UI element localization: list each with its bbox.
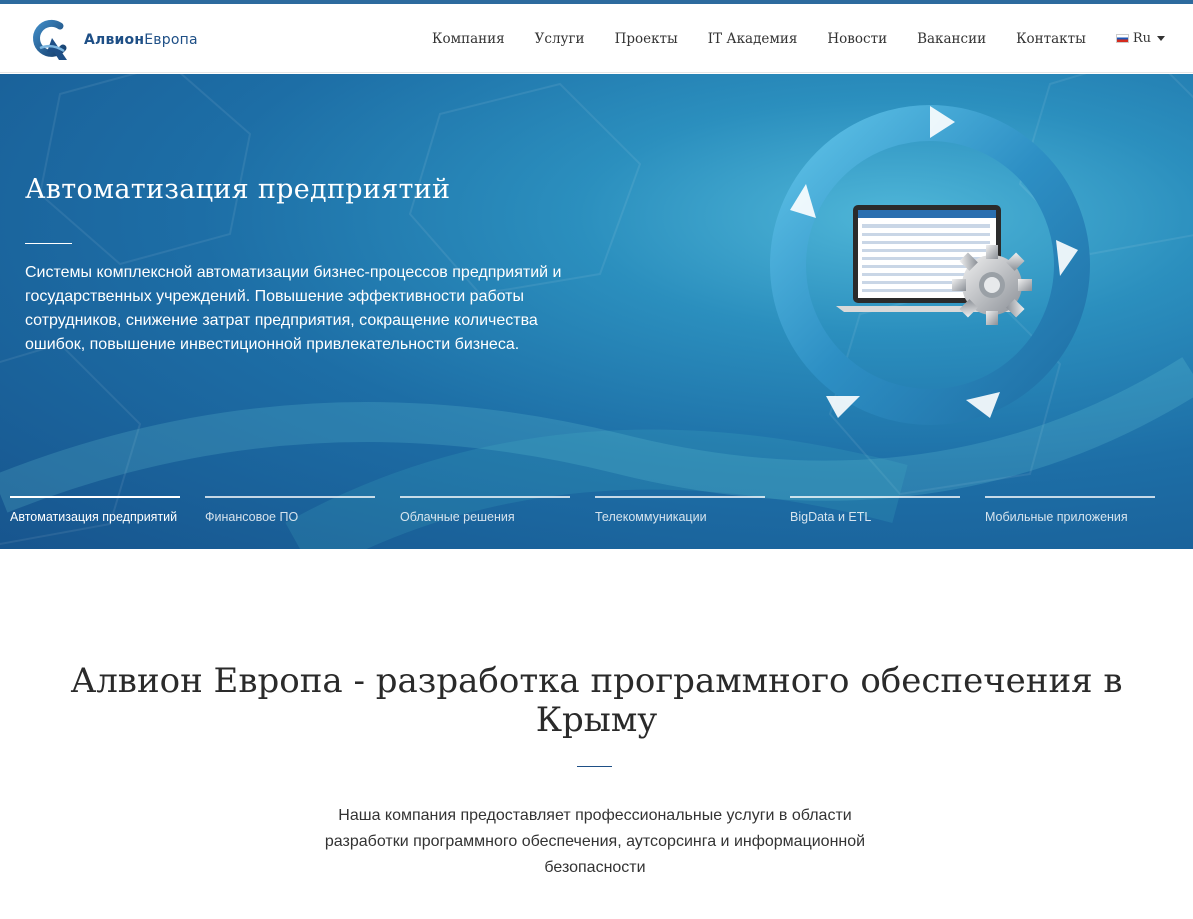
about-divider xyxy=(577,766,612,767)
tab-enterprise-automation[interactable]: Автоматизация предприятий xyxy=(10,496,180,536)
hero-slider: Автоматизация предприятий Системы компле… xyxy=(0,74,1193,549)
tab-label: Мобильные приложения xyxy=(985,510,1128,524)
nav-item-services[interactable]: Услуги xyxy=(535,31,585,47)
about-title: Алвион Европа - разработка программного … xyxy=(70,661,1123,740)
tab-indicator xyxy=(595,496,765,498)
hero-title: Автоматизация предприятий xyxy=(25,174,451,205)
tab-label: Автоматизация предприятий xyxy=(10,510,178,524)
tab-financial-software[interactable]: Финансовое ПО xyxy=(205,496,375,536)
tab-label: BigData и ETL xyxy=(790,510,872,524)
hero-divider xyxy=(25,243,72,244)
about-description: Наша компания предоставляет профессионал… xyxy=(324,807,866,876)
hero-tabs: Автоматизация предприятий Финансовое ПО … xyxy=(10,496,1170,536)
tab-bigdata-etl[interactable]: BigData и ETL xyxy=(790,496,960,536)
caret-down-icon xyxy=(1157,36,1165,41)
logo-link[interactable]: АлвионЕвропа xyxy=(30,18,198,62)
language-selector[interactable]: Ru xyxy=(1115,31,1165,46)
tab-indicator xyxy=(985,496,1155,498)
main-nav: Компания Услуги Проекты IT Академия Ново… xyxy=(402,4,1165,73)
tab-label: Телекоммуникации xyxy=(595,510,707,524)
nav-item-news[interactable]: Новости xyxy=(827,31,887,47)
tab-indicator xyxy=(790,496,960,498)
nav-item-contacts[interactable]: Контакты xyxy=(1016,31,1086,47)
tab-indicator xyxy=(10,496,180,498)
albion-logo-icon xyxy=(33,19,67,60)
tab-label: Облачные решения xyxy=(400,510,515,524)
site-header: АлвионЕвропа Компания Услуги Проекты IT … xyxy=(0,4,1193,73)
tab-cloud-solutions[interactable]: Облачные решения xyxy=(400,496,570,536)
nav-item-company[interactable]: Компания xyxy=(432,31,505,47)
tab-mobile-apps[interactable]: Мобильные приложения xyxy=(985,496,1155,536)
tab-indicator xyxy=(205,496,375,498)
tab-indicator xyxy=(400,496,570,498)
tab-label: Финансовое ПО xyxy=(205,510,299,524)
laptop-gear-cycle-icon xyxy=(770,105,1090,425)
nav-item-projects[interactable]: Проекты xyxy=(615,31,678,47)
nav-item-vacancies[interactable]: Вакансии xyxy=(917,31,986,47)
logo-text: АлвионЕвропа xyxy=(84,32,198,48)
language-label: Ru xyxy=(1132,31,1151,46)
nav-item-it-academy[interactable]: IT Академия xyxy=(708,31,798,47)
hero-description: Системы комплексной автоматизации бизнес… xyxy=(25,264,562,353)
tab-telecommunications[interactable]: Телекоммуникации xyxy=(595,496,765,536)
russia-flag-icon xyxy=(1115,34,1129,43)
